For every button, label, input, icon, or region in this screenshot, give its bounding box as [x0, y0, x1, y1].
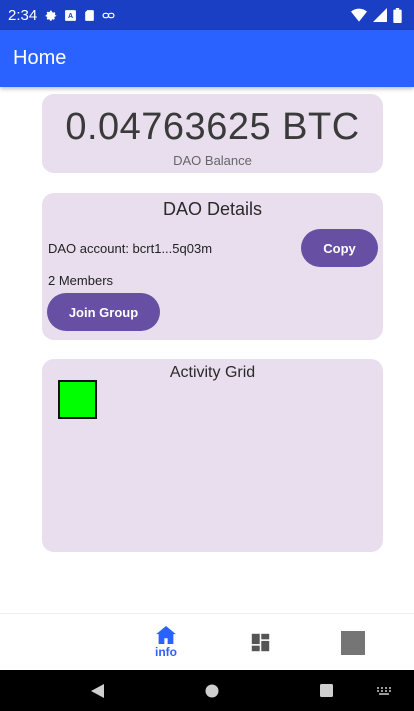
- link-icon: [102, 12, 115, 18]
- activity-cell[interactable]: [58, 380, 97, 419]
- status-left: 2:34 A: [8, 7, 115, 24]
- account-row: DAO account: bcrt1...5q03m Copy: [48, 229, 378, 267]
- home-button[interactable]: [198, 670, 226, 711]
- nav-item-info[interactable]: info: [140, 614, 192, 671]
- back-button[interactable]: [84, 670, 112, 711]
- join-group-button[interactable]: Join Group: [47, 293, 160, 331]
- keyboard-icon: [377, 686, 391, 695]
- svg-text:A: A: [68, 13, 73, 20]
- dao-details-card: DAO Details DAO account: bcrt1...5q03m C…: [42, 193, 383, 340]
- copy-button[interactable]: Copy: [301, 229, 378, 267]
- nav-item-info-label: info: [155, 645, 177, 659]
- dao-details-title: DAO Details: [162, 199, 263, 219]
- balance-value: 0.04763625 BTC: [65, 106, 360, 148]
- balance-card: 0.04763625 BTC DAO Balance: [42, 94, 383, 173]
- balance-label: DAO Balance: [173, 153, 252, 168]
- signal-icon: [373, 8, 387, 22]
- wifi-icon: [351, 8, 367, 22]
- square-icon: [341, 630, 365, 655]
- recents-button[interactable]: [312, 670, 340, 711]
- page-title: Home: [13, 47, 67, 69]
- settings-icon: [45, 10, 57, 21]
- dao-account-text: DAO account: bcrt1...5q03m: [48, 240, 213, 256]
- dashboard-icon: [251, 633, 269, 652]
- members-count: 2 Members: [48, 273, 114, 288]
- home-circle-icon: [205, 684, 219, 697]
- status-bar: 2:34 A: [0, 0, 414, 30]
- app-bar: Home: [0, 30, 414, 87]
- activity-grid-title: Activity Grid: [169, 364, 256, 381]
- activity-grid-card: Activity Grid: [42, 359, 383, 552]
- notification-icon: A: [65, 9, 77, 21]
- battery-icon: [393, 7, 402, 23]
- recents-square-icon: [319, 684, 333, 697]
- system-navigation-bar: [0, 670, 414, 711]
- bottom-navigation: info: [0, 613, 414, 670]
- status-time: 2:34: [8, 6, 38, 24]
- status-right: [351, 7, 402, 23]
- sd-card-icon: [85, 9, 95, 21]
- keyboard-button[interactable]: [372, 670, 396, 711]
- nav-item-square[interactable]: [330, 614, 376, 671]
- status-icons: A: [45, 9, 115, 22]
- back-triangle-icon: [91, 683, 104, 698]
- home-icon: [156, 626, 176, 644]
- nav-item-dashboard[interactable]: [238, 614, 282, 671]
